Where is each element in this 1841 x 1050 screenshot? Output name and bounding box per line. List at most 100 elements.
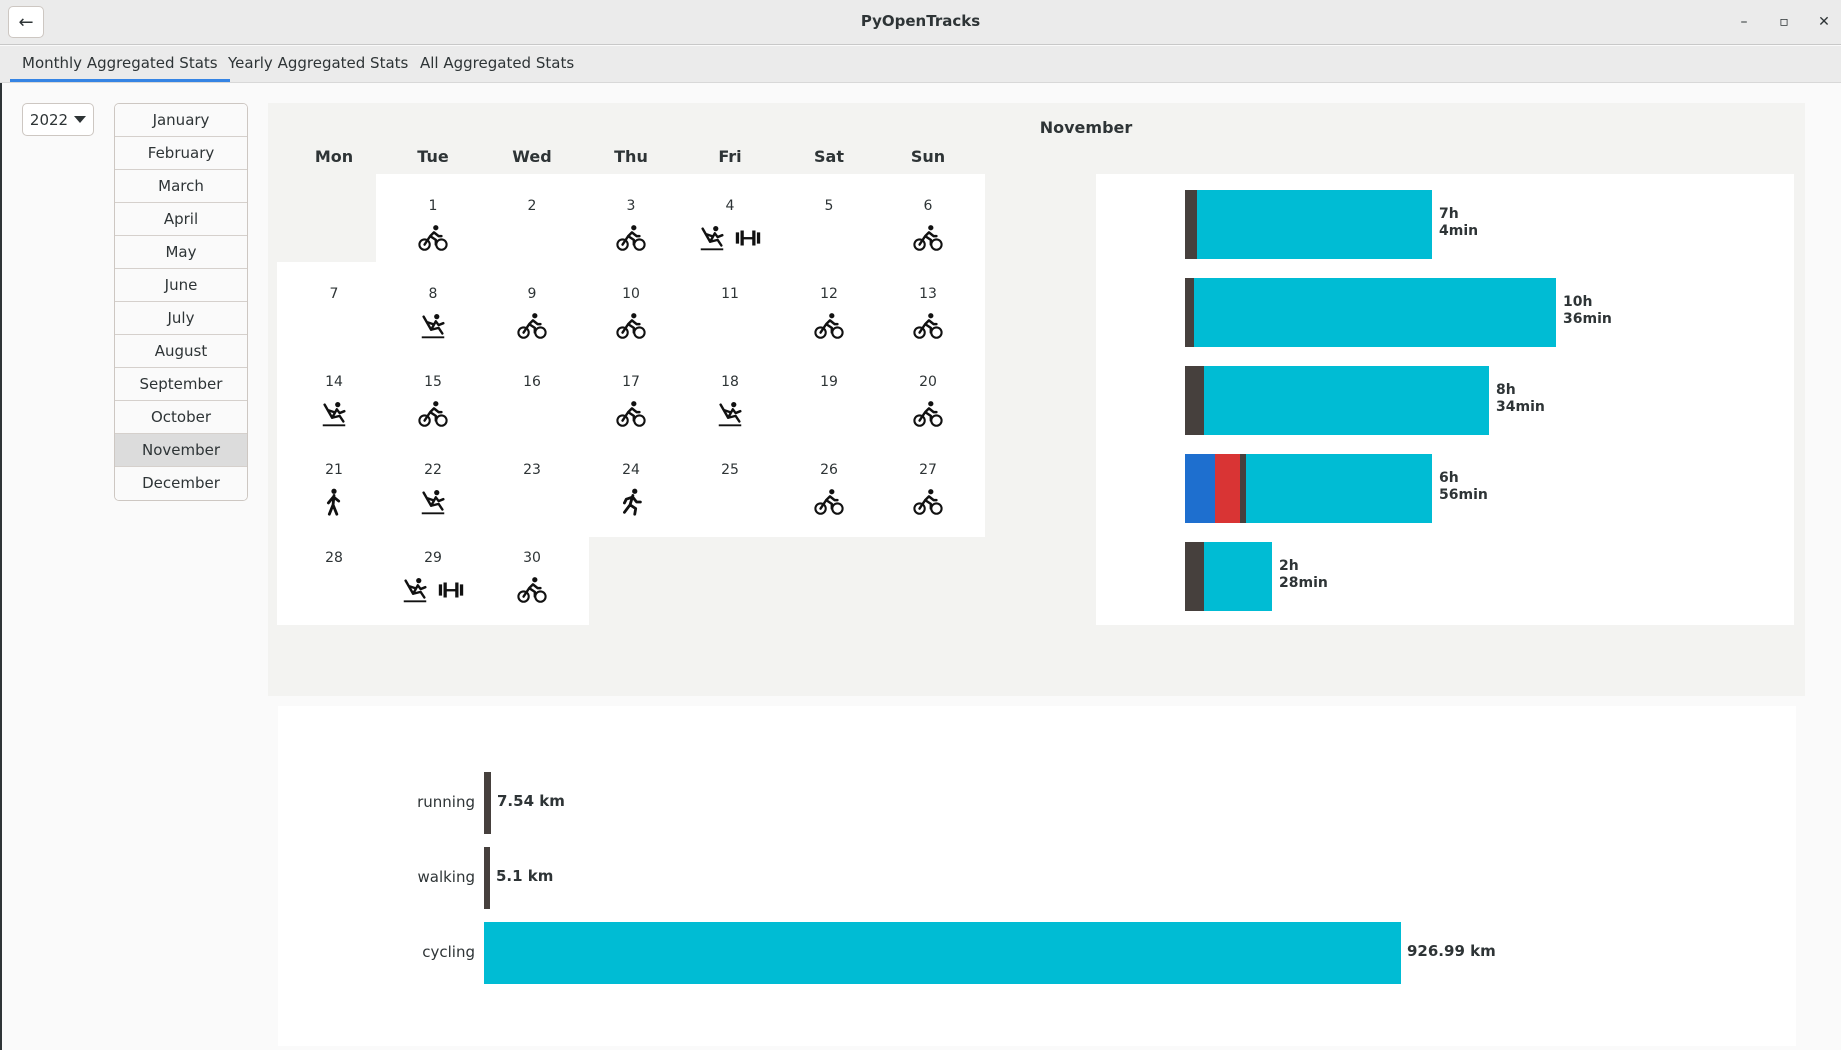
cycling-icon: [418, 223, 448, 253]
calendar-day[interactable]: 25: [673, 438, 787, 537]
minimize-button[interactable]: –: [1732, 10, 1756, 34]
day-number: 25: [721, 462, 739, 478]
month-item-april[interactable]: April: [115, 203, 247, 236]
duration-minutes: 4min: [1439, 223, 1479, 239]
month-item-august[interactable]: August: [115, 335, 247, 368]
tab-yearly[interactable]: Yearly Aggregated Stats: [216, 46, 420, 82]
header-bar: ← PyOpenTracks – ▫ ✕: [0, 0, 1841, 45]
activity-icons: [376, 487, 490, 517]
calendar-day[interactable]: 10: [574, 262, 688, 361]
duration-minutes: 56min: [1439, 487, 1488, 503]
activity-icons: [574, 311, 688, 341]
weekday-header-mon: Mon: [314, 147, 354, 166]
day-number: 17: [622, 374, 640, 390]
weekly-bar-segment: [1204, 366, 1489, 435]
weekly-bar-segment: [1185, 454, 1215, 523]
month-item-november[interactable]: November: [115, 434, 247, 467]
month-item-may[interactable]: May: [115, 236, 247, 269]
calendar-title: November: [1039, 118, 1133, 137]
month-item-february[interactable]: February: [115, 137, 247, 170]
weekly-duration-bar: 10h 36min: [1096, 262, 1794, 361]
calendar-day[interactable]: 28: [277, 526, 391, 625]
day-number: 16: [523, 374, 541, 390]
close-button[interactable]: ✕: [1812, 10, 1836, 34]
month-item-october[interactable]: October: [115, 401, 247, 434]
tab-monthly[interactable]: Monthly Aggregated Stats: [10, 46, 230, 82]
calendar-day[interactable]: 11: [673, 262, 787, 361]
calendar-day[interactable]: 17: [574, 350, 688, 449]
maximize-button[interactable]: ▫: [1772, 10, 1796, 34]
activity-icons: [871, 487, 985, 517]
day-number: 23: [523, 462, 541, 478]
day-number: 10: [622, 286, 640, 302]
cycling-icon: [517, 311, 547, 341]
year-dropdown[interactable]: 2022: [22, 103, 94, 136]
cycling-icon: [814, 487, 844, 517]
month-item-june[interactable]: June: [115, 269, 247, 302]
calendar-day[interactable]: 12: [772, 262, 886, 361]
calendar-day[interactable]: 22: [376, 438, 490, 537]
activity-icons: [574, 399, 688, 429]
calendar-panel: November Mon Tue Wed Thu Fri Sat Sun 1 2 3 4 5 6 7h 4m…: [268, 103, 1805, 696]
month-item-january[interactable]: January: [115, 104, 247, 137]
calendar-day[interactable]: 27: [871, 438, 985, 537]
calendar-day[interactable]: 13: [871, 262, 985, 361]
calendar-day[interactable]: 1: [376, 174, 490, 273]
activity-icons: [871, 399, 985, 429]
activity-icons: [376, 311, 490, 341]
month-item-march[interactable]: March: [115, 170, 247, 203]
month-item-september[interactable]: September: [115, 368, 247, 401]
tab-all[interactable]: All Aggregated Stats: [408, 46, 586, 82]
activity-icons: [475, 575, 589, 605]
calendar-day[interactable]: 29: [376, 526, 490, 625]
calendar-day[interactable]: 7: [277, 262, 391, 361]
day-number: 28: [325, 550, 343, 566]
calendar-day[interactable]: 20: [871, 350, 985, 449]
activity-icons: [673, 399, 787, 429]
calendar-day[interactable]: 2: [475, 174, 589, 273]
calendar-day[interactable]: 5: [772, 174, 886, 273]
calendar-day[interactable]: 26: [772, 438, 886, 537]
calendar-day[interactable]: 19: [772, 350, 886, 449]
distance-label-running: running: [417, 793, 475, 811]
activity-icons: [574, 223, 688, 253]
duration-hours: 10h: [1563, 294, 1593, 310]
day-number: 8: [428, 286, 438, 302]
duration-minutes: 36min: [1563, 311, 1612, 327]
month-item-july[interactable]: July: [115, 302, 247, 335]
calendar-day[interactable]: 16: [475, 350, 589, 449]
calendar-day[interactable]: 8: [376, 262, 490, 361]
skiing-icon: [697, 223, 727, 253]
day-number: 1: [428, 198, 438, 214]
calendar-day[interactable]: 23: [475, 438, 589, 537]
activity-icons: [277, 399, 391, 429]
calendar-day[interactable]: 21: [277, 438, 391, 537]
month-item-december[interactable]: December: [115, 467, 247, 500]
calendar-day[interactable]: 3: [574, 174, 688, 273]
tab-bar: Monthly Aggregated Stats Yearly Aggregat…: [0, 46, 1841, 83]
distance-label-walking: walking: [417, 868, 475, 886]
day-number: 12: [820, 286, 838, 302]
distance-value-walking: 5.1 km: [496, 867, 554, 885]
weekly-bar-segment: [1197, 190, 1432, 259]
calendar-day[interactable]: 4: [673, 174, 787, 273]
weekly-duration-bar: 6h 56min: [1096, 438, 1794, 537]
day-number: 5: [824, 198, 834, 214]
day-number: 19: [820, 374, 838, 390]
left-edge: [0, 83, 2, 1050]
calendar-day[interactable]: 6: [871, 174, 985, 273]
duration-minutes: 28min: [1279, 575, 1328, 591]
weekday-header-wed: Wed: [512, 147, 552, 166]
calendar-day[interactable]: 24: [574, 438, 688, 537]
calendar-day[interactable]: 15: [376, 350, 490, 449]
weekly-duration-label: 6h 56min: [1439, 470, 1488, 504]
calendar-day[interactable]: 30: [475, 526, 589, 625]
distance-value-running: 7.54 km: [497, 792, 565, 810]
calendar-day[interactable]: 18: [673, 350, 787, 449]
month-list: January February March April May June July Augu…: [114, 103, 248, 501]
weekly-bar-segment: [1185, 190, 1197, 259]
day-number: 3: [626, 198, 636, 214]
calendar-day[interactable]: 14: [277, 350, 391, 449]
calendar-day[interactable]: 9: [475, 262, 589, 361]
cycling-icon: [616, 223, 646, 253]
